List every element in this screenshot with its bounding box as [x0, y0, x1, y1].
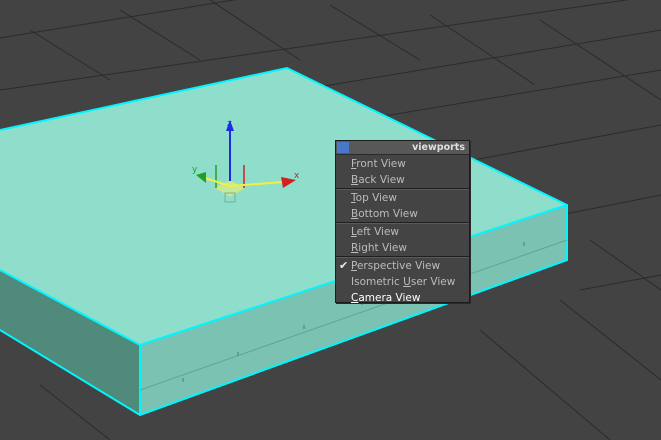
quad-menu-color-swatch — [337, 142, 349, 153]
menu-item-left-view[interactable]: Left View — [336, 224, 469, 240]
menu-item-bottom-view[interactable]: Bottom View — [336, 206, 469, 222]
menu-item-label: Left View — [351, 226, 400, 238]
viewports-quad-menu: viewports Front View Back View Top View Bot… — [335, 140, 470, 306]
menu-item-front-view[interactable]: Front View — [336, 156, 469, 172]
menu-item-camera-view[interactable]: Camera View — [336, 290, 469, 306]
checkmark-icon: ✔ — [339, 259, 349, 272]
menu-item-label: Bottom View — [351, 208, 418, 220]
quad-menu-title: viewports — [412, 142, 465, 153]
menu-item-right-view[interactable]: Right View — [336, 240, 469, 256]
menu-item-label: Front View — [351, 158, 406, 170]
x-axis-label: x — [294, 171, 300, 181]
z-axis-label: z — [227, 119, 232, 129]
perspective-viewport[interactable]: z x y viewports Front View Back View Top V… — [0, 0, 661, 440]
menu-item-label: Camera View — [351, 292, 421, 304]
menu-item-label: Right View — [351, 242, 407, 254]
menu-item-top-view[interactable]: Top View — [336, 190, 469, 206]
menu-item-label: Top View — [351, 192, 397, 204]
box-object[interactable] — [0, 66, 568, 417]
menu-item-back-view[interactable]: Back View — [336, 172, 469, 188]
menu-item-isometric-user-view[interactable]: Isometric User View — [336, 274, 469, 290]
menu-item-label: Back View — [351, 174, 405, 186]
viewport-scene[interactable]: z x y — [0, 0, 661, 440]
y-axis-label: y — [192, 165, 198, 175]
menu-item-label: Perspective View — [351, 260, 441, 272]
menu-item-label: Isometric User View — [351, 276, 456, 288]
quad-menu-title-bar: viewports — [336, 141, 469, 155]
menu-item-perspective-view[interactable]: ✔ Perspective View — [336, 258, 469, 274]
